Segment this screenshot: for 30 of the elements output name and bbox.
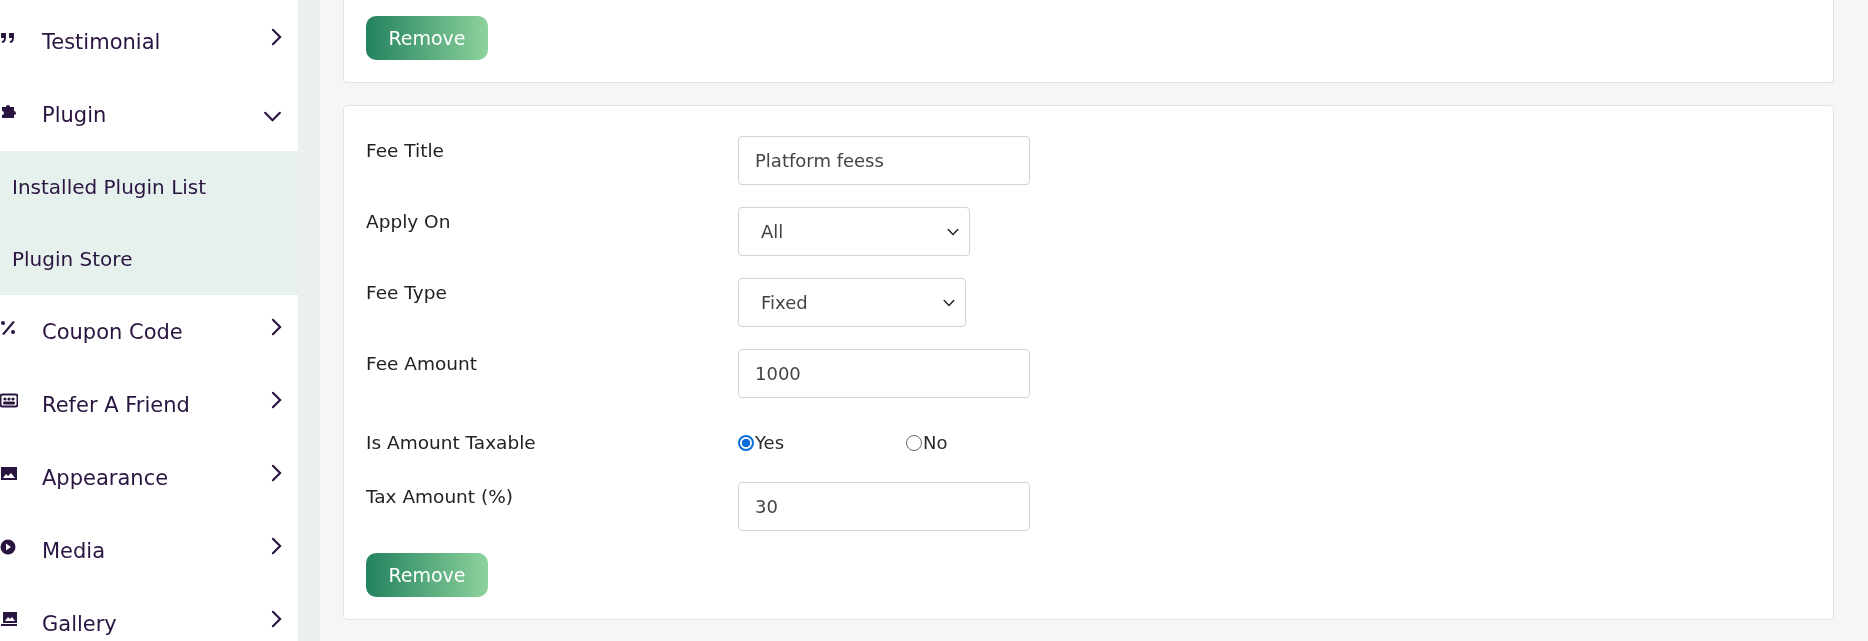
sidebar-item[interactable]: Refer A Friend	[0, 368, 298, 441]
sidebar-item[interactable]: Gallery	[0, 587, 298, 641]
submenu-item[interactable]: Plugin Store	[0, 223, 298, 295]
people-card-icon	[0, 392, 18, 409]
field-label: Is Amount Taxable	[366, 432, 537, 453]
image-icon	[0, 465, 18, 482]
percent-icon	[0, 319, 18, 336]
field-label: Fee Amount	[366, 352, 478, 374]
sidebar-item[interactable]: Media	[0, 514, 298, 587]
sidebar-item[interactable]: Testimonial	[0, 5, 298, 78]
dropdown[interactable]: All	[738, 207, 970, 256]
dropdown[interactable]: Fixed	[738, 278, 966, 327]
text-field[interactable]: Platform feess	[738, 136, 1030, 185]
sidebar-item[interactable]: Coupon Code	[0, 295, 298, 368]
caret-icon	[943, 298, 955, 307]
field-label: Fee Type	[366, 281, 448, 303]
puzzle-icon	[0, 102, 18, 119]
text-field[interactable]: 1000	[738, 349, 1030, 398]
gallery-icon	[0, 611, 18, 628]
radio-button[interactable]	[738, 434, 754, 451]
text-field[interactable]: 30	[738, 482, 1030, 531]
field-label: Fee Title	[366, 139, 445, 161]
sidebar-item[interactable]: Appearance	[0, 441, 298, 514]
field-label: Apply On	[366, 210, 452, 232]
submenu-item[interactable]: Installed Plugin List	[0, 151, 298, 223]
radio-label[interactable]: No	[923, 432, 948, 453]
radio-label[interactable]: Yes	[755, 432, 785, 453]
sidebar-item[interactable]: Plugin	[0, 78, 298, 151]
caret-icon	[947, 227, 959, 236]
field-label: Tax Amount (%)	[366, 485, 514, 507]
